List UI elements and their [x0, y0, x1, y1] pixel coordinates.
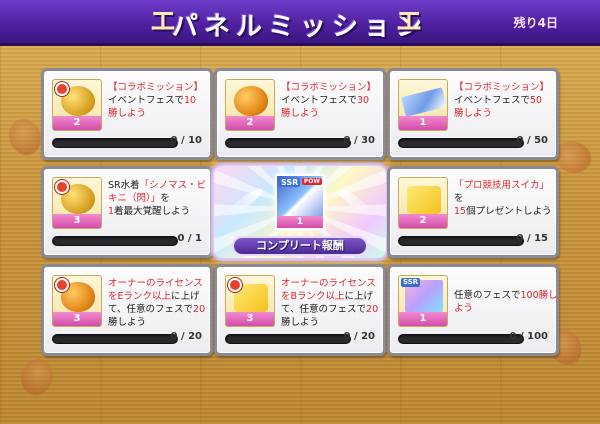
progress-count: 0 / 1: [177, 233, 202, 244]
mission-description: 「プロ競技用スイカ」を 15個プレゼントしよう: [454, 180, 552, 217]
progress-count: 0 / 15: [516, 233, 549, 244]
page-title: パネルミッション: [171, 12, 428, 42]
reward-thumb: 2: [225, 79, 275, 131]
reward-count: 2: [53, 116, 101, 130]
mission-panel-5[interactable]: 2 「プロ競技用スイカ」を 15個プレゼントしよう 0 / 15: [387, 166, 559, 258]
mission-panel-6[interactable]: 3 オーナーのライセンスをEランク以上に上げて、任意のフェスで20勝しよう 0 …: [41, 264, 213, 356]
mission-description: 【コラボミッション】 イベントフェスで50 勝しよう: [454, 82, 550, 119]
reward-thumb: 3: [225, 275, 275, 327]
mission-panel-4[interactable]: 3 SR水着「シノマス・ビキニ（閃）」を 1着最大覚醒しよう 0 / 1: [41, 166, 213, 258]
ssr-badge: SSR: [401, 278, 421, 287]
title-deco-right: エ: [396, 7, 423, 37]
reward-count: 2: [399, 214, 447, 228]
time-remaining-label: 残り4日: [513, 16, 558, 30]
complete-reward-banner: コンプリート報酬: [232, 236, 368, 256]
reward-count: 1: [399, 312, 447, 326]
progress-count: 0 / 50: [516, 135, 549, 146]
progress-bar: [52, 236, 178, 246]
progress-count: 0 / 30: [343, 135, 376, 146]
progress-bar: [398, 236, 524, 246]
reward-count: 3: [53, 214, 101, 228]
progress-count: 0 / 10: [170, 135, 203, 146]
mission-panel-3[interactable]: 1 【コラボミッション】 イベントフェスで50 勝しよう 0 / 50: [387, 68, 559, 160]
mission-panel-8[interactable]: SSR 1 任意のフェスで100勝しよう 0 / 100: [387, 264, 559, 356]
ssr-ticket-icon: [401, 87, 447, 117]
mission-description: 【コラボミッション】 イベントフェスで30 勝しよう: [281, 82, 377, 119]
timer-icon: [55, 82, 69, 96]
mission-description: 【コラボミッション】 イベントフェスで10 勝しよう: [108, 82, 204, 119]
complete-reward-panel[interactable]: SSR POW 1 コンプリート報酬: [214, 166, 386, 258]
timer-icon: [228, 278, 242, 292]
mission-panel-2[interactable]: 2 【コラボミッション】 イベントフェスで30 勝しよう 0 / 30: [214, 68, 386, 160]
mission-description: オーナーのライセンスをEランク以上に上げて、任意のフェスで20勝しよう: [108, 278, 206, 328]
progress-count: 0 / 20: [170, 331, 203, 342]
reward-thumb: 3: [52, 177, 102, 229]
reward-thumb: SSR 1: [398, 275, 448, 327]
mission-description: オーナーのライセンスをBランク以上に上げて、任意のフェスで20勝しよう: [281, 278, 379, 328]
heart-gift-icon: [407, 186, 441, 214]
progress-bar: [398, 138, 524, 148]
mission-panel-7[interactable]: 3 オーナーのライセンスをBランク以上に上げて、任意のフェスで20勝しよう 0 …: [214, 264, 386, 356]
reward-thumb: 1: [398, 79, 448, 131]
reward-count: 1: [277, 216, 323, 228]
timer-icon: [55, 278, 69, 292]
progress-bar: [398, 334, 524, 344]
reward-count: 2: [226, 116, 274, 130]
progress-count: 0 / 20: [343, 331, 376, 342]
header-bar: エ パネルミッション エ 残り4日: [0, 0, 600, 46]
mission-description: SR水着「シノマス・ビキニ（閃）」を 1着最大覚醒しよう: [108, 180, 207, 217]
progress-bar: [52, 334, 178, 344]
reward-count: 3: [53, 312, 101, 326]
pow-badge: POW: [301, 178, 322, 185]
reward-count: 3: [226, 312, 274, 326]
reward-thumb: 3: [52, 275, 102, 327]
progress-bar: [52, 138, 178, 148]
ssr-reward-card: SSR POW 1: [275, 174, 325, 230]
progress-bar: [225, 334, 351, 344]
timer-icon: [55, 180, 69, 194]
progress-bar: [225, 138, 351, 148]
progress-count: 0 / 100: [509, 331, 548, 342]
reward-count: 1: [399, 116, 447, 130]
ssr-badge: SSR: [279, 178, 301, 187]
melon-icon: [234, 86, 268, 116]
mission-panel-1[interactable]: 2 【コラボミッション】 イベントフェスで10 勝しよう 0 / 10: [41, 68, 213, 160]
reward-thumb: 2: [398, 177, 448, 229]
mission-description: 任意のフェスで100勝しよう: [454, 290, 558, 314]
reward-thumb: 2: [52, 79, 102, 131]
